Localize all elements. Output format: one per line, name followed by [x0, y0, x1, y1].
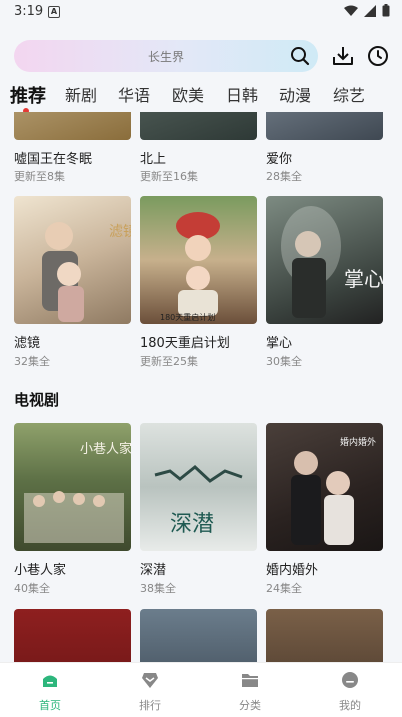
- poster-image: 小巷人家: [14, 423, 131, 551]
- show-card[interactable]: 掌心: [266, 196, 383, 324]
- show-episodes: 更新至25集: [140, 355, 198, 368]
- notification-a-icon: A: [48, 6, 60, 18]
- show-episodes: 38集全: [140, 582, 176, 595]
- ranking-icon: [142, 673, 158, 688]
- show-episodes: 更新至16集: [140, 170, 198, 183]
- show-card[interactable]: [140, 609, 257, 662]
- profile-icon: [342, 672, 358, 688]
- poster-art: 婚内婚外: [291, 436, 376, 545]
- tab-anime[interactable]: 动漫: [279, 82, 311, 106]
- poster-image: 滤镜: [14, 196, 131, 324]
- show-episodes: 32集全: [14, 355, 50, 368]
- show-card[interactable]: 深潜: [140, 423, 257, 551]
- status-icons: [344, 4, 390, 17]
- poster-image: 180天重启计划: [140, 196, 257, 324]
- show-title: 小巷人家: [14, 563, 67, 578]
- history-clock-icon[interactable]: [366, 44, 390, 68]
- show-episodes: 28集全: [266, 170, 302, 183]
- home-icon: [43, 675, 57, 687]
- show-title: 掌心: [266, 336, 293, 351]
- poster-title-art: 小巷人家: [80, 441, 131, 457]
- nav-label: 分类: [239, 699, 261, 712]
- nav-home[interactable]: 首页: [0, 663, 100, 717]
- poster-title-art: 深潜: [170, 512, 214, 537]
- search-placeholder: 长生界: [147, 50, 184, 64]
- show-title: 嘘国王在冬眠: [14, 152, 93, 167]
- show-card[interactable]: 婚内婚外: [266, 423, 383, 551]
- poster-image: 婚内婚外: [266, 423, 383, 551]
- show-title: 北上: [140, 152, 167, 167]
- tab-recommend[interactable]: 推荐: [10, 82, 46, 108]
- poster-art: 滤镜: [42, 222, 131, 322]
- bottom-nav: 首页 排行 分类 我的: [0, 662, 402, 717]
- tab-new[interactable]: 新剧: [65, 82, 97, 106]
- poster-art: 深潜: [154, 465, 243, 537]
- status-bar: 3:19 A: [0, 0, 402, 24]
- show-episodes: 40集全: [14, 582, 50, 595]
- battery-icon: [382, 4, 390, 17]
- tab-western[interactable]: 欧美: [172, 82, 204, 106]
- nav-ranking[interactable]: 排行: [100, 663, 200, 717]
- show-card[interactable]: 180天重启计划: [140, 196, 257, 324]
- show-title: 滤镜: [14, 336, 41, 351]
- tab-variety[interactable]: 综艺: [333, 82, 365, 106]
- poster-art: 180天重启计划: [160, 212, 220, 322]
- show-card[interactable]: [266, 112, 383, 140]
- poster-image: [140, 609, 257, 662]
- show-title: 婚内婚外: [266, 563, 319, 578]
- poster-title-art: 掌心: [344, 267, 383, 291]
- show-card[interactable]: [266, 609, 383, 662]
- poster-art: 小巷人家: [24, 441, 131, 543]
- nav-category[interactable]: 分类: [200, 663, 300, 717]
- content-feed: 嘘国王在冬眠 更新至8集 北上 更新至16集 爱你 28集全 滤镜 180天重启…: [0, 112, 402, 662]
- top-bar: 长生界: [0, 30, 402, 84]
- poster-image: [14, 112, 131, 140]
- poster-title-art: 180天重启计划: [160, 312, 215, 322]
- tab-chinese[interactable]: 华语: [118, 82, 150, 106]
- signal-icon: [364, 4, 376, 17]
- poster-image: [140, 112, 257, 140]
- poster-image: [14, 609, 131, 662]
- show-card[interactable]: [14, 112, 131, 140]
- folder-icon: [242, 674, 258, 687]
- search-icon[interactable]: [290, 46, 310, 66]
- show-title: 爱你: [266, 152, 293, 167]
- category-tabs: 推荐 新剧 华语 欧美 日韩 动漫 综艺: [0, 82, 402, 114]
- poster-art: 掌心: [281, 206, 383, 318]
- poster-image: [266, 112, 383, 140]
- nav-label: 我的: [339, 699, 361, 712]
- show-card[interactable]: 滤镜: [14, 196, 131, 324]
- tab-jp-kr[interactable]: 日韩: [226, 82, 258, 106]
- show-episodes: 24集全: [266, 582, 302, 595]
- show-card[interactable]: [140, 112, 257, 140]
- search-bar[interactable]: 长生界: [14, 40, 318, 72]
- status-time: 3:19: [14, 4, 44, 19]
- show-title: 180天重启计划: [140, 336, 230, 351]
- poster-title-art: 婚内婚外: [340, 436, 376, 448]
- download-icon[interactable]: [331, 44, 355, 68]
- poster-title-art: 滤镜: [109, 224, 131, 240]
- nav-profile[interactable]: 我的: [300, 663, 400, 717]
- show-card[interactable]: [14, 609, 131, 662]
- nav-label: 排行: [139, 699, 161, 712]
- poster-image: 深潜: [140, 423, 257, 551]
- poster-image: [266, 609, 383, 662]
- show-episodes: 30集全: [266, 355, 302, 368]
- show-episodes: 更新至8集: [14, 170, 65, 183]
- show-card[interactable]: 小巷人家: [14, 423, 131, 551]
- show-title: 深潜: [140, 563, 167, 578]
- wifi-icon: [344, 5, 358, 16]
- poster-image: 掌心: [266, 196, 383, 324]
- nav-label: 首页: [39, 699, 61, 712]
- section-title-tv: 电视剧: [14, 391, 60, 409]
